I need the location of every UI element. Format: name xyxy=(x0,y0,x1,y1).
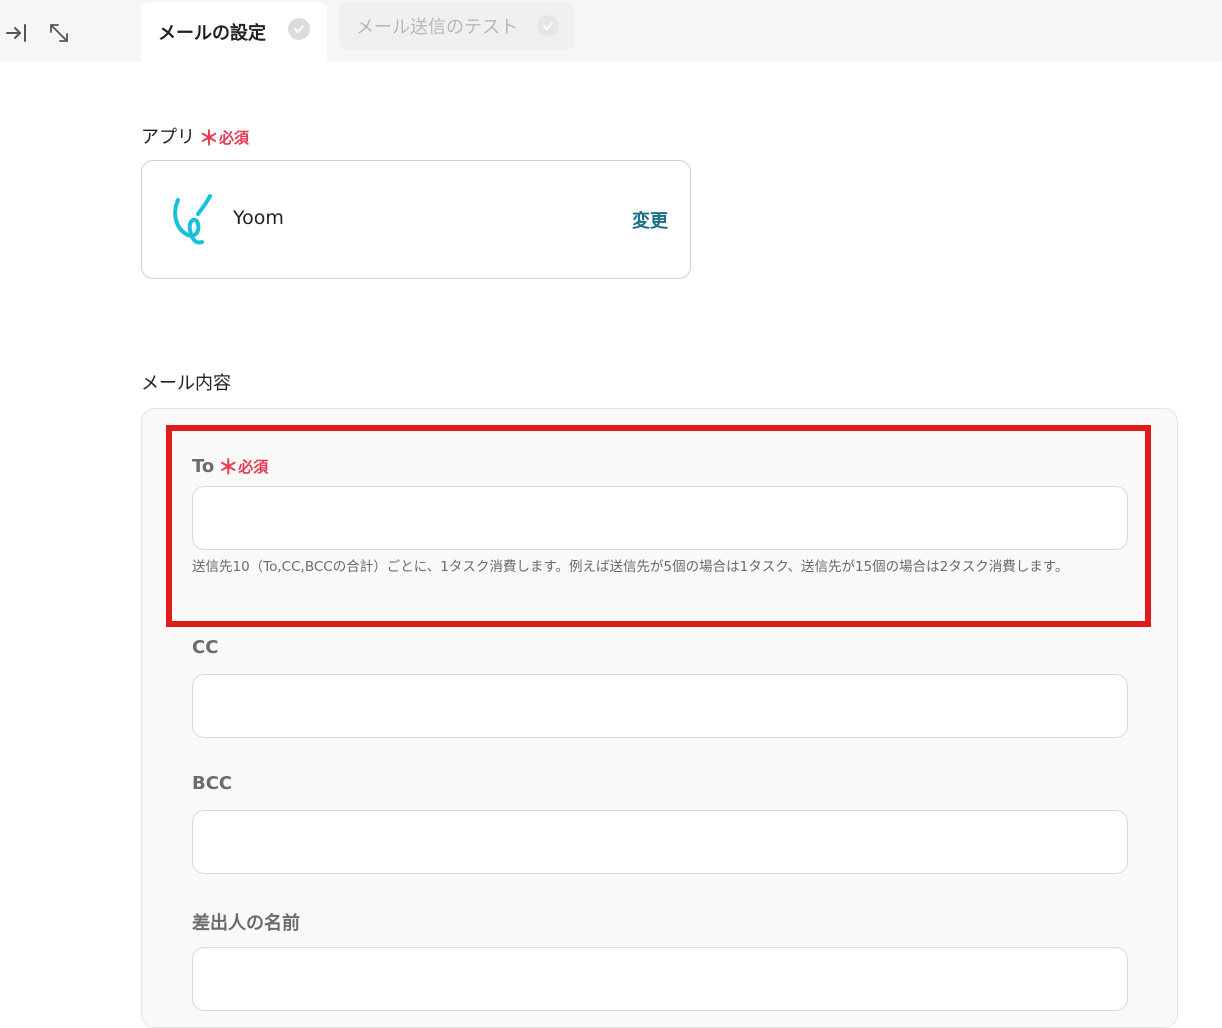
app-label-text: アプリ xyxy=(141,127,195,148)
top-bar: メールの設定 メール送信のテスト xyxy=(0,0,1222,62)
mail-content-section-label: メール内容 xyxy=(141,373,231,394)
required-star: ＊ xyxy=(199,126,219,150)
app-card: Yoom 変更 xyxy=(141,160,691,279)
cc-input[interactable] xyxy=(192,674,1128,738)
highlight-box xyxy=(166,425,1151,627)
required-text: 必須 xyxy=(219,129,250,147)
required-badge: ＊必須 xyxy=(199,126,250,150)
app-section-label: アプリ ＊必須 xyxy=(141,120,250,150)
bcc-field-label: BCC xyxy=(192,773,233,794)
tab-mail-settings[interactable]: メールの設定 xyxy=(141,2,327,62)
cc-field-label: CC xyxy=(192,637,219,658)
change-app-link[interactable]: 変更 xyxy=(632,207,668,233)
tab-mail-send-test[interactable]: メール送信のテスト xyxy=(339,2,574,50)
diagonal-resize-icon[interactable] xyxy=(44,18,74,48)
check-circle-icon xyxy=(537,15,559,37)
yoom-logo-icon xyxy=(173,194,212,245)
bcc-input[interactable] xyxy=(192,810,1128,874)
check-circle-icon xyxy=(288,18,310,40)
app-name: Yoom xyxy=(233,207,284,229)
tab-label: メールの設定 xyxy=(158,23,266,44)
tab-label: メール送信のテスト xyxy=(356,17,518,38)
arrow-right-to-bar-icon[interactable] xyxy=(2,18,32,48)
sender-name-field-label: 差出人の名前 xyxy=(192,913,300,934)
sender-name-input[interactable] xyxy=(192,947,1128,1011)
